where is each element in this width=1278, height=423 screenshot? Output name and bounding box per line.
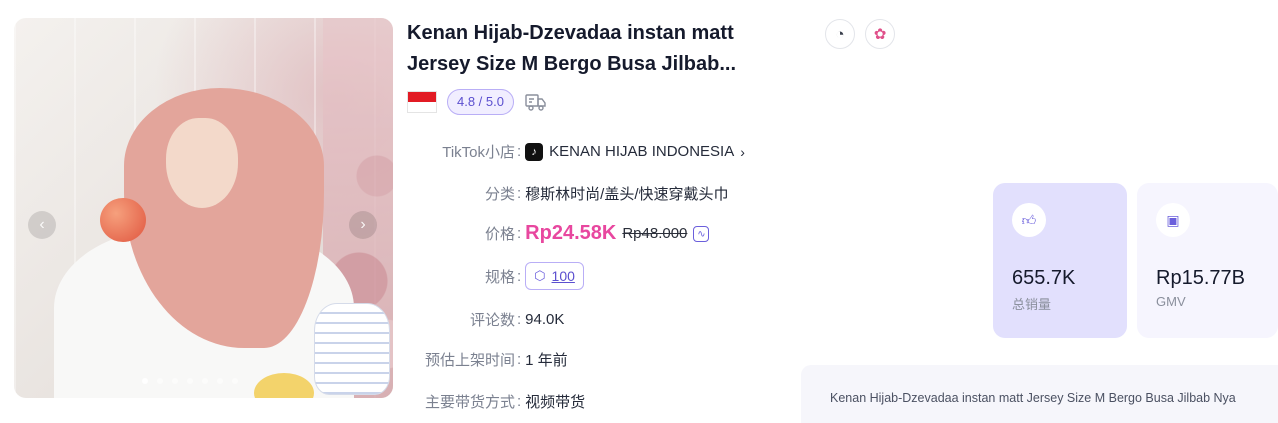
spec-count: 100	[551, 268, 575, 284]
ai-assistant-icon[interactable]: ✿	[865, 19, 895, 49]
field-category: 分类 : 穆斯林时尚/盖头/快速穿戴头巾	[407, 183, 729, 204]
carousel-dot[interactable]	[157, 378, 163, 384]
chevron-left-icon[interactable]: ‹	[28, 211, 56, 239]
channel-value: 视频带货	[525, 394, 586, 411]
field-label: TikTok小店	[442, 144, 515, 161]
image-model-face	[166, 118, 238, 208]
field-price: 价格 : Rp24.58K Rp48.000 ∿	[407, 222, 710, 245]
image-apple	[100, 198, 146, 242]
original-price: Rp48.000	[622, 225, 688, 242]
thumbs-up-icon: 👍︎	[1012, 203, 1046, 237]
wallet-icon: ▣	[1156, 203, 1190, 237]
field-reviews: 评论数 : 94.0K	[407, 309, 564, 330]
product-description: Kenan Hijab-Dzevadaa instan matt Jersey …	[830, 391, 1236, 405]
rating-badge: 4.8 / 5.0	[447, 89, 514, 115]
field-spec: 规格 : ⬡ 100	[407, 262, 584, 290]
stat-label: GMV	[1156, 294, 1186, 309]
field-colon: :	[517, 267, 522, 285]
field-colon: :	[517, 393, 522, 410]
tiktok-shop-icon: ♪	[525, 142, 544, 161]
field-colon: :	[517, 311, 522, 328]
field-label: 规格	[484, 268, 515, 286]
truck-icon	[525, 94, 546, 111]
carousel-dot[interactable]	[217, 378, 223, 384]
image-teapot	[314, 303, 390, 395]
field-label: 预估上架时间	[424, 352, 515, 369]
carousel-dot[interactable]	[187, 378, 193, 384]
spec-badge[interactable]: ⬡ 100	[525, 262, 584, 290]
reviews-value: 94.0K	[525, 311, 565, 328]
current-price: Rp24.58K	[525, 222, 617, 244]
carousel-dots	[142, 378, 238, 384]
product-image-carousel[interactable]: ‹ ›	[14, 18, 393, 398]
carousel-dot[interactable]	[232, 378, 238, 384]
carousel-dot[interactable]	[142, 378, 148, 384]
product-meta-row: 4.8 / 5.0	[407, 89, 548, 115]
field-label: 价格	[484, 226, 515, 243]
field-sales-channel: 主要带货方式 : 视频带货	[407, 391, 585, 412]
shop-name: KENAN HIJAB INDONESIA	[549, 143, 735, 160]
field-listed-time: 预估上架时间 : 1 年前	[407, 349, 568, 370]
price-value: Rp24.58K Rp48.000 ∿	[525, 222, 710, 245]
field-shop: TikTok小店 : ♪ KENAN HIJAB INDONESIA ›	[407, 141, 745, 162]
field-label: 评论数	[469, 312, 515, 329]
indonesia-flag-icon	[407, 91, 437, 113]
carousel-dot[interactable]	[172, 378, 178, 384]
category-value: 穆斯林时尚/盖头/快速穿戴头巾	[525, 186, 729, 203]
product-title-line2: Jersey Size M Bergo Busa Jilbab...	[407, 53, 737, 75]
analytics-icon[interactable]: ◔	[825, 19, 855, 49]
chevron-right-icon[interactable]: ›	[349, 211, 377, 239]
stat-label: 总销量	[1012, 297, 1052, 312]
carousel-dot[interactable]	[202, 378, 208, 384]
shop-link[interactable]: ♪ KENAN HIJAB INDONESIA ›	[525, 142, 745, 161]
product-title-line1: Kenan Hijab-Dzevadaa instan matt	[407, 22, 734, 44]
product-title: Kenan Hijab-Dzevadaa instan matt Jersey …	[407, 18, 797, 80]
field-label: 分类	[484, 186, 515, 203]
stat-value: Rp15.77B	[1156, 267, 1245, 289]
field-colon: :	[517, 143, 522, 160]
spec-value: ⬡ 100	[525, 262, 584, 290]
tag-icon: ⬡	[534, 268, 546, 283]
chevron-right-icon: ›	[740, 143, 745, 160]
field-colon: :	[517, 185, 522, 202]
stat-card-gmv[interactable]: ▣ Rp15.77B GMV	[1137, 183, 1278, 338]
description-panel: Kenan Hijab-Dzevadaa instan matt Jersey …	[801, 365, 1278, 423]
stat-card-sales[interactable]: 👍︎ 655.7K 总销量	[993, 183, 1127, 338]
listed-value: 1 年前	[525, 352, 568, 369]
field-label: 主要带货方式	[424, 394, 515, 411]
field-colon: :	[517, 351, 522, 368]
price-trend-icon[interactable]: ∿	[693, 225, 710, 242]
field-colon: :	[517, 225, 522, 242]
stat-value: 655.7K	[1012, 267, 1076, 289]
